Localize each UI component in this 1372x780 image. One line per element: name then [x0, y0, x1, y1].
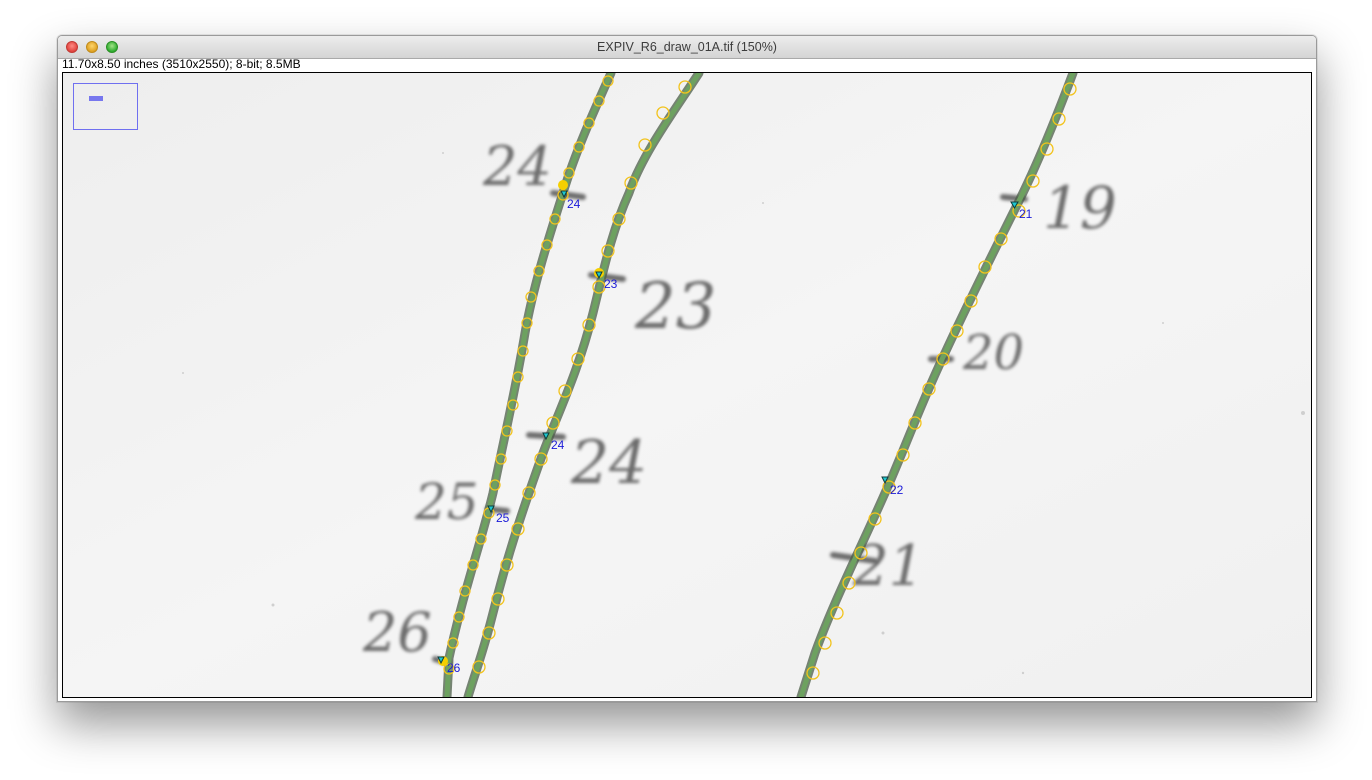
point-label-22: 22: [890, 483, 904, 497]
point-label-24: 24: [551, 438, 565, 452]
handwriting-label-4: 26: [362, 601, 432, 664]
highlight-point-24-top: [558, 180, 568, 190]
point-label-21: 21: [1019, 207, 1033, 221]
image-info-text: 11.70x8.50 inches (3510x2550); 8-bit; 8.…: [62, 57, 301, 71]
handwriting-label-6: 20: [962, 325, 1024, 381]
point-label-25: 25: [496, 511, 510, 525]
paper-background: [63, 73, 1311, 697]
handwriting-label-2: 24: [570, 428, 647, 498]
point-label-24-top: 24: [567, 197, 581, 211]
point-label-26: 26: [447, 661, 461, 675]
image-window: EXPIV_R6_draw_01A.tif (150%) 11.70x8.50 …: [57, 35, 1317, 702]
handwriting-label-1: 23: [634, 270, 716, 344]
handwriting-label-0: 24: [482, 135, 552, 198]
image-canvas[interactable]: 24 23 24 25 26 19 20 21 24 23 24 25 26 2…: [62, 72, 1312, 698]
window-title: EXPIV_R6_draw_01A.tif (150%): [597, 40, 777, 54]
point-label-23: 23: [604, 277, 618, 291]
handwriting-label-3: 25: [414, 473, 479, 531]
handwriting-label-5: 19: [1043, 174, 1117, 242]
title-bar[interactable]: EXPIV_R6_draw_01A.tif (150%): [58, 36, 1316, 59]
navigator-overview[interactable]: [73, 83, 138, 130]
image-svg: 24 23 24 25 26 19 20 21 24 23 24 25 26 2…: [63, 73, 1311, 697]
navigator-viewport-indicator[interactable]: [89, 96, 103, 101]
